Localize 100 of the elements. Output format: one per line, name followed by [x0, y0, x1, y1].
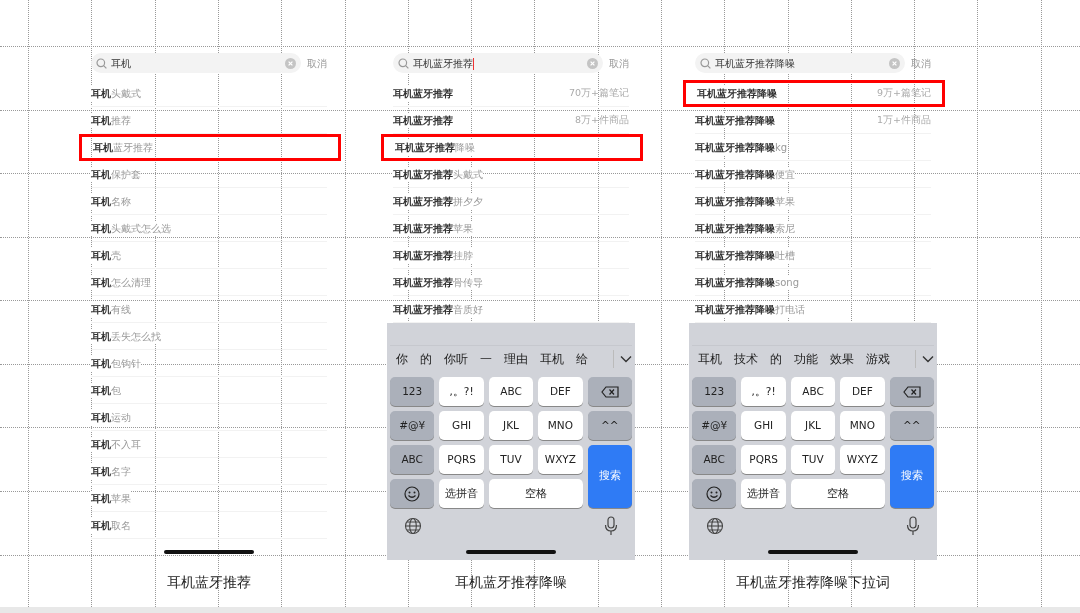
candidate-word[interactable]: 耳机: [534, 350, 570, 368]
suggestion-item[interactable]: 耳机丢失怎么找: [91, 323, 327, 350]
keyboard-key[interactable]: 搜索: [889, 445, 934, 508]
suggestion-item[interactable]: 耳机保护套: [91, 161, 327, 188]
suggestion-item[interactable]: 耳机蓝牙推荐降噪索尼: [695, 215, 931, 242]
suggestion-text: 耳机丢失怎么找: [91, 328, 161, 344]
candidate-word[interactable]: 耳机: [692, 350, 728, 368]
suggestion-text: 耳机壳: [91, 247, 121, 263]
keyboard-key[interactable]: ^^: [889, 411, 934, 440]
keyboard-key[interactable]: ABC: [692, 445, 737, 474]
emoji-key[interactable]: [692, 479, 737, 508]
keyboard-key[interactable]: MNO: [840, 411, 885, 440]
suggestion-text: 耳机蓝牙推荐降噪song: [695, 274, 799, 290]
keyboard-key[interactable]: GHI: [439, 411, 484, 440]
keyboard-key[interactable]: 空格: [790, 479, 885, 508]
candidate-word[interactable]: 理由: [498, 350, 534, 368]
globe-icon[interactable]: [404, 517, 422, 535]
keyboard-key[interactable]: JKL: [790, 411, 836, 440]
candidate-word[interactable]: 技术: [728, 350, 764, 368]
suggestion-item[interactable]: 耳机蓝牙推荐 70万+篇笔记: [393, 80, 629, 107]
suggestion-item[interactable]: 耳机蓝牙推荐苹果: [393, 215, 629, 242]
suggestion-item[interactable]: 耳机头戴式: [91, 80, 327, 107]
suggestion-item[interactable]: 耳机壳: [91, 242, 327, 269]
keyboard-key[interactable]: MNO: [538, 411, 583, 440]
keyboard-key[interactable]: 选拼音: [741, 479, 786, 508]
suggestion-item[interactable]: 耳机蓝牙推荐降噪 9万+篇笔记: [683, 80, 945, 107]
suggestion-item[interactable]: 耳机头戴式怎么选: [91, 215, 327, 242]
keyboard-key[interactable]: GHI: [741, 411, 786, 440]
suggestion-item[interactable]: 耳机蓝牙推荐降噪song: [695, 269, 931, 296]
candidate-word[interactable]: 一: [474, 350, 498, 368]
keyboard-key[interactable]: ABC: [390, 445, 435, 474]
chevron-down-icon[interactable]: [922, 355, 934, 363]
suggestion-item[interactable]: 耳机推荐: [91, 107, 327, 134]
microphone-icon[interactable]: [906, 516, 920, 536]
keyboard-key[interactable]: ,。?!: [741, 377, 786, 406]
suggestion-item[interactable]: 耳机蓝牙推荐降噪: [381, 134, 643, 161]
candidate-word[interactable]: 给: [570, 350, 594, 368]
keyboard-key[interactable]: 选拼音: [439, 479, 484, 508]
backspace-key[interactable]: [587, 377, 632, 406]
suggestion-text: 耳机名称: [91, 193, 131, 209]
keyboard-key[interactable]: WXYZ: [538, 445, 583, 474]
candidate-word[interactable]: 你: [390, 350, 414, 368]
keyboard-key[interactable]: TUV: [790, 445, 836, 474]
keyboard-key[interactable]: ,。?!: [439, 377, 484, 406]
candidate-word[interactable]: 功能: [788, 350, 824, 368]
keyboard-key[interactable]: #@¥: [390, 411, 435, 440]
suggestion-item[interactable]: 耳机有线: [91, 296, 327, 323]
suggestion-item[interactable]: 耳机蓝牙推荐挂脖: [393, 242, 629, 269]
suggestion-item[interactable]: 耳机蓝牙推荐 8万+件商品: [393, 107, 629, 134]
keyboard-key[interactable]: #@¥: [692, 411, 737, 440]
keyboard-key[interactable]: 搜索: [587, 445, 632, 508]
keyboard-key[interactable]: ^^: [587, 411, 632, 440]
suggestion-item[interactable]: 耳机不入耳: [91, 431, 327, 458]
search-field[interactable]: 耳机: [91, 53, 301, 73]
suggestion-item[interactable]: 耳机蓝牙推荐降噪苹果: [695, 188, 931, 215]
keyboard-key[interactable]: 123: [692, 377, 737, 406]
keyboard-key[interactable]: ABC: [790, 377, 836, 406]
keyboard-key[interactable]: 123: [390, 377, 435, 406]
keyboard-key[interactable]: WXYZ: [840, 445, 885, 474]
candidate-word[interactable]: 的: [764, 350, 788, 368]
keyboard-key[interactable]: PQRS: [741, 445, 786, 474]
suggestion-item[interactable]: 耳机苹果: [91, 485, 327, 512]
globe-icon[interactable]: [706, 517, 724, 535]
suggestion-item[interactable]: 耳机名称: [91, 188, 327, 215]
chevron-down-icon[interactable]: [620, 355, 632, 363]
suggestion-item[interactable]: 耳机蓝牙推荐降噪吐槽: [695, 242, 931, 269]
suggestion-item[interactable]: 耳机蓝牙推荐: [79, 134, 341, 161]
backspace-icon: [902, 385, 921, 398]
microphone-icon[interactable]: [604, 516, 618, 536]
keyboard-key[interactable]: DEF: [538, 377, 583, 406]
suggestion-item[interactable]: 耳机怎么清理: [91, 269, 327, 296]
suggestion-item[interactable]: 耳机包钩针: [91, 350, 327, 377]
keyboard-key[interactable]: TUV: [488, 445, 534, 474]
suggestion-text: 耳机头戴式: [91, 85, 141, 101]
suggestion-text: 耳机蓝牙推荐: [393, 112, 453, 128]
suggestion-item[interactable]: 耳机取名: [91, 512, 327, 539]
candidate-word[interactable]: 的: [414, 350, 438, 368]
suggestion-item[interactable]: 耳机蓝牙推荐拼夕夕: [393, 188, 629, 215]
keyboard-key[interactable]: 空格: [488, 479, 583, 508]
keyboard-key[interactable]: PQRS: [439, 445, 484, 474]
candidate-word[interactable]: 游戏: [860, 350, 896, 368]
suggestion-item[interactable]: 耳机蓝牙推荐降噪便宜: [695, 161, 931, 188]
emoji-key[interactable]: [390, 479, 435, 508]
search-field[interactable]: 耳机蓝牙推荐: [393, 53, 603, 73]
suggestion-text: 耳机蓝牙推荐降噪: [395, 140, 475, 155]
keyboard-key[interactable]: JKL: [488, 411, 534, 440]
candidate-word[interactable]: 效果: [824, 350, 860, 368]
suggestion-item[interactable]: 耳机运动: [91, 404, 327, 431]
backspace-key[interactable]: [889, 377, 934, 406]
candidate-word[interactable]: 你听: [438, 350, 474, 368]
suggestion-text: 耳机蓝牙推荐降噪吐槽: [695, 247, 795, 263]
keyboard-key[interactable]: DEF: [840, 377, 885, 406]
suggestion-item[interactable]: 耳机包: [91, 377, 327, 404]
suggestion-item[interactable]: 耳机蓝牙推荐降噪 1万+件商品: [695, 107, 931, 134]
suggestion-item[interactable]: 耳机名字: [91, 458, 327, 485]
suggestion-item[interactable]: 耳机蓝牙推荐降噪kg: [695, 134, 931, 161]
suggestion-item[interactable]: 耳机蓝牙推荐骨传导: [393, 269, 629, 296]
search-field[interactable]: 耳机蓝牙推荐降噪: [695, 53, 905, 73]
suggestion-item[interactable]: 耳机蓝牙推荐头戴式: [393, 161, 629, 188]
keyboard-key[interactable]: ABC: [488, 377, 534, 406]
